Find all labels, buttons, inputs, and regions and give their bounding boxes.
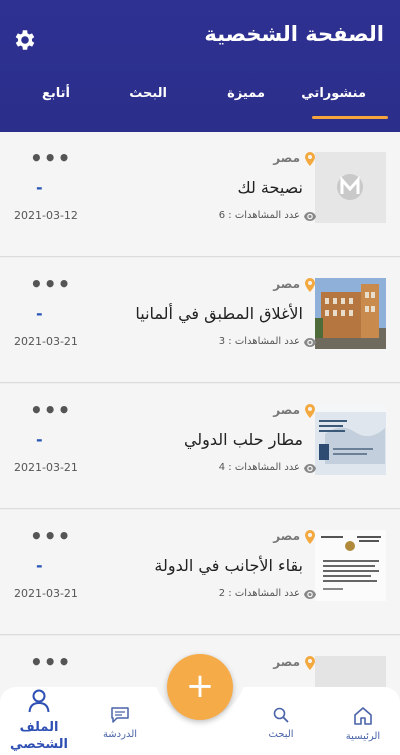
active-tab-indicator: [312, 116, 388, 119]
eye-icon: [304, 464, 316, 473]
post-location: مصر: [273, 277, 300, 291]
more-options-button[interactable]: •••: [30, 272, 71, 296]
post-subtitle: -: [36, 178, 43, 197]
placeholder-logo-icon: [315, 152, 386, 223]
nav-chat-label: الدردشة: [102, 729, 138, 740]
page-title: الصفحة الشخصية: [204, 22, 384, 46]
location-pin-icon: [305, 152, 315, 166]
post-views: عدد المشاهدات : 2: [218, 588, 300, 599]
post-location: مصر: [273, 403, 300, 417]
location-pin-icon: [305, 404, 315, 418]
home-icon: [354, 707, 372, 725]
profile-tabs: منشوراتي مميزة البحث أتابع: [0, 78, 400, 132]
nav-search[interactable]: البحث: [262, 707, 300, 740]
user-icon: [28, 689, 50, 713]
eye-icon: [304, 590, 316, 599]
post-views: عدد المشاهدات : 4: [218, 462, 300, 473]
location-pin-icon: [305, 530, 315, 544]
eye-icon: [304, 212, 316, 221]
search-icon: [273, 707, 289, 723]
post-title[interactable]: نصيحة لك: [237, 178, 303, 197]
post-subtitle: -: [36, 556, 43, 575]
post-card[interactable]: مصر ••• نصيحة لك - عدد المشاهدات : 6 202…: [0, 132, 400, 257]
nav-search-label: البحث: [268, 729, 294, 740]
add-post-button[interactable]: +: [167, 654, 233, 720]
post-views: عدد المشاهدات : 3: [218, 336, 300, 347]
post-subtitle: -: [36, 430, 43, 449]
post-card[interactable]: مصر ••• الأغلاق المطبق في ألمانيا - عدد …: [0, 258, 400, 383]
post-location: مصر: [273, 655, 300, 669]
more-options-button[interactable]: •••: [30, 650, 71, 674]
post-card[interactable]: مصر ••• بقاء الأجانب في الدولة - عدد الم…: [0, 510, 400, 635]
more-options-button[interactable]: •••: [30, 398, 71, 422]
tab-following[interactable]: أتابع: [42, 86, 70, 101]
post-thumbnail: [315, 152, 386, 223]
nav-profile[interactable]: الملف الشخصي: [6, 689, 72, 753]
location-pin-icon: [305, 278, 315, 292]
eye-icon: [304, 338, 316, 347]
post-card[interactable]: مصر ••• مطار حلب الدولي - عدد المشاهدات …: [0, 384, 400, 509]
building-photo-icon: [315, 278, 386, 349]
post-thumbnail: [315, 404, 386, 475]
tab-search[interactable]: البحث: [129, 86, 167, 101]
post-thumbnail: [315, 530, 386, 601]
document-preview-icon: [315, 404, 386, 475]
post-location: مصر: [273, 151, 300, 165]
official-document-icon: [315, 530, 386, 601]
nav-profile-label: الملف الشخصي: [10, 720, 68, 752]
tab-featured[interactable]: مميزة: [227, 86, 265, 101]
post-subtitle: -: [36, 304, 43, 323]
nav-home[interactable]: الرئيسية: [340, 707, 386, 742]
post-title[interactable]: بقاء الأجانب في الدولة: [154, 556, 303, 575]
post-date: 2021-03-21: [14, 587, 78, 600]
post-date: 2021-03-21: [14, 335, 78, 348]
post-thumbnail: [315, 278, 386, 349]
more-options-button[interactable]: •••: [30, 146, 71, 170]
post-title[interactable]: الأغلاق المطبق في ألمانيا: [135, 304, 303, 323]
chat-icon: [111, 707, 129, 723]
nav-home-label: الرئيسية: [345, 731, 381, 742]
nav-chat[interactable]: الدردشة: [98, 707, 142, 740]
gear-icon[interactable]: [12, 27, 38, 53]
more-options-button[interactable]: •••: [30, 524, 71, 548]
post-views: عدد المشاهدات : 6: [218, 210, 300, 221]
app-header: الصفحة الشخصية منشوراتي مميزة البحث أتاب…: [0, 0, 400, 132]
post-date: 2021-03-21: [14, 461, 78, 474]
tab-my-posts[interactable]: منشوراتي: [301, 86, 366, 101]
location-pin-icon: [305, 656, 315, 670]
post-title[interactable]: مطار حلب الدولي: [184, 430, 303, 449]
post-location: مصر: [273, 529, 300, 543]
post-date: 2021-03-12: [14, 209, 78, 222]
